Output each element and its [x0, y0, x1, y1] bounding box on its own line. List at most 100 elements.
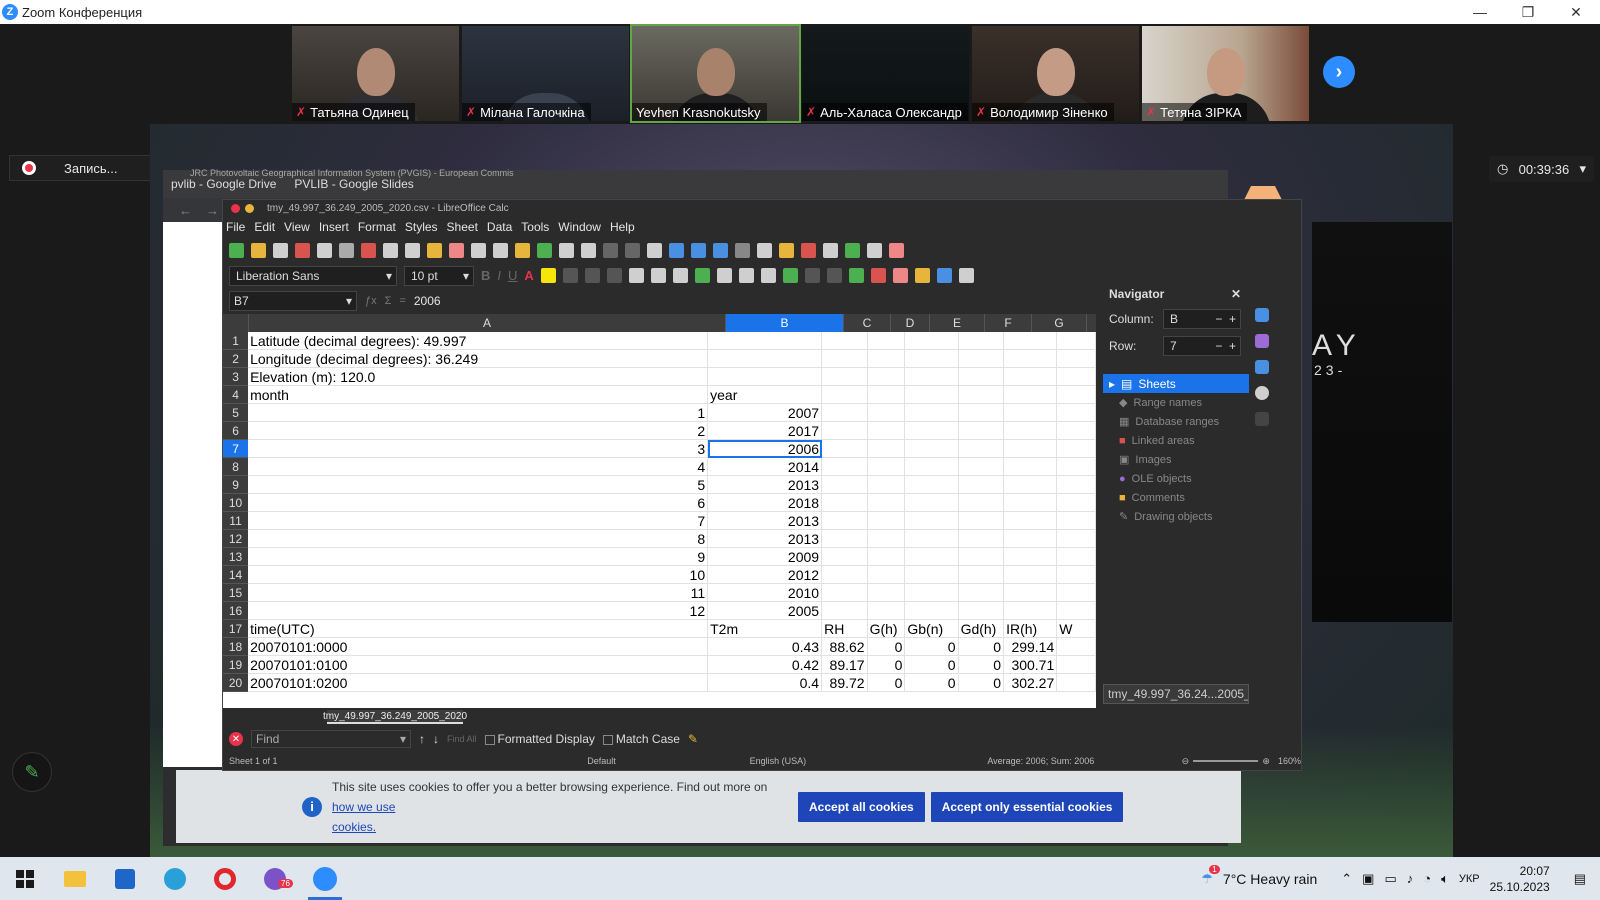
- cell-b[interactable]: [708, 332, 823, 350]
- cell-a[interactable]: 6: [248, 494, 709, 512]
- merge-cells-icon[interactable]: [650, 268, 666, 283]
- row-header[interactable]: 17: [223, 620, 249, 638]
- close-button[interactable]: ✕: [1552, 0, 1600, 24]
- cell-f[interactable]: [958, 494, 1005, 512]
- row-header[interactable]: 16: [223, 602, 249, 620]
- navigator-item-drawing-objects[interactable]: ✎ Drawing objects: [1103, 507, 1249, 526]
- row-header[interactable]: 4: [223, 386, 249, 404]
- save-icon[interactable]: [273, 243, 288, 258]
- font-size-box[interactable]: 10 pt ▾: [404, 265, 474, 286]
- wifi-icon[interactable]: ◔: [1423, 871, 1431, 886]
- close-navigator-icon[interactable]: ✕: [1231, 287, 1241, 301]
- pivot-table-icon[interactable]: [713, 243, 728, 258]
- cell-a[interactable]: 1: [248, 404, 709, 422]
- start-button[interactable]: [0, 857, 50, 900]
- zoom-level[interactable]: 160%: [1278, 756, 1301, 766]
- cut-icon[interactable]: [361, 243, 376, 258]
- align-left-icon[interactable]: [562, 268, 578, 283]
- row-header[interactable]: 20: [223, 674, 249, 692]
- add-decimal-icon[interactable]: [804, 268, 820, 283]
- hyperlink-icon[interactable]: [757, 243, 772, 258]
- insert-chart-icon[interactable]: [691, 243, 706, 258]
- participant-tile[interactable]: ✗ Аль-Халаса Олександр: [802, 26, 969, 121]
- cell-e[interactable]: Gb(n): [905, 620, 959, 638]
- cell-f[interactable]: [958, 530, 1005, 548]
- cell-c[interactable]: [822, 512, 868, 530]
- cell-f[interactable]: 0: [958, 638, 1005, 656]
- cell-h[interactable]: [1057, 512, 1096, 530]
- cell-h[interactable]: [1057, 674, 1096, 692]
- font-name-box[interactable]: Liberation Sans ▾: [229, 265, 397, 286]
- currency-format-icon[interactable]: [760, 268, 776, 283]
- cell-g[interactable]: [1004, 440, 1058, 458]
- cell-g[interactable]: 300.71: [1004, 656, 1058, 674]
- functions-icon[interactable]: [1255, 412, 1269, 426]
- edge-app[interactable]: [150, 857, 200, 900]
- cell-a[interactable]: 7: [248, 512, 709, 530]
- print-icon[interactable]: [317, 243, 332, 258]
- headers-footers-icon[interactable]: [801, 243, 816, 258]
- cell-g[interactable]: [1004, 332, 1058, 350]
- cell-d[interactable]: [867, 512, 906, 530]
- wrap-text-icon[interactable]: [628, 268, 644, 283]
- annotate-pencil-icon[interactable]: ✎: [12, 752, 52, 792]
- cell-b[interactable]: 0.42: [708, 656, 823, 674]
- cell-e[interactable]: [905, 548, 959, 566]
- cell-f[interactable]: [958, 548, 1005, 566]
- row-header[interactable]: 18: [223, 638, 249, 656]
- system-clock[interactable]: 20:07 25.10.2023: [1490, 863, 1550, 895]
- cell-g[interactable]: [1004, 512, 1058, 530]
- insert-image-icon[interactable]: [669, 243, 684, 258]
- undo-icon[interactable]: [471, 243, 486, 258]
- page-style[interactable]: Default: [587, 756, 717, 766]
- corner-select-all[interactable]: [223, 314, 249, 332]
- sheet-tab[interactable]: tmy_49.997_36.249_2005_2020: [323, 710, 467, 724]
- participant-tile[interactable]: ✗ Татьяна Одинец: [292, 26, 459, 121]
- cell-f[interactable]: [958, 584, 1005, 602]
- cell-h[interactable]: [1057, 638, 1096, 656]
- row-header[interactable]: 15: [223, 584, 249, 602]
- cell-c[interactable]: [822, 386, 868, 404]
- next-participants-button[interactable]: ›: [1323, 56, 1355, 88]
- cell-c[interactable]: [822, 566, 868, 584]
- participant-tile-active-speaker[interactable]: Yevhen Krasnokutsky: [630, 24, 801, 123]
- cell-e[interactable]: [905, 512, 959, 530]
- cell-d[interactable]: [867, 494, 906, 512]
- accept-essential-cookies-button[interactable]: Accept only essential cookies: [930, 791, 1124, 822]
- cell-g[interactable]: [1004, 386, 1058, 404]
- cell-g[interactable]: [1004, 530, 1058, 548]
- cell-g[interactable]: 299.14: [1004, 638, 1058, 656]
- cell-g[interactable]: [1004, 494, 1058, 512]
- cell-e[interactable]: [905, 332, 959, 350]
- cell-g[interactable]: [1004, 458, 1058, 476]
- cell-f[interactable]: [958, 332, 1005, 350]
- cell-c[interactable]: [822, 494, 868, 512]
- cell-f[interactable]: [958, 350, 1005, 368]
- cell-c[interactable]: [822, 476, 868, 494]
- cell-d[interactable]: [867, 530, 906, 548]
- cell-g[interactable]: 302.27: [1004, 674, 1058, 692]
- cell-h[interactable]: [1057, 530, 1096, 548]
- highlight-color-icon[interactable]: [540, 268, 556, 283]
- cell-a[interactable]: 12: [248, 602, 709, 620]
- column-header-g[interactable]: G: [1032, 314, 1087, 332]
- cell-b[interactable]: 2012: [708, 566, 823, 584]
- font-color-icon[interactable]: A: [524, 268, 533, 283]
- cell-c[interactable]: [822, 458, 868, 476]
- underline-icon[interactable]: U: [508, 268, 517, 283]
- battery-icon[interactable]: ▭: [1384, 871, 1396, 887]
- show-draw-functions-icon[interactable]: [889, 243, 904, 258]
- cell-c[interactable]: [822, 350, 868, 368]
- cell-h[interactable]: [1057, 656, 1096, 674]
- store-app[interactable]: [100, 857, 150, 900]
- cell-e[interactable]: [905, 530, 959, 548]
- clone-formatting-icon[interactable]: [427, 243, 442, 258]
- cell-h[interactable]: [1057, 584, 1096, 602]
- find-replace-icon[interactable]: ✎: [688, 732, 698, 746]
- navigator-item-images[interactable]: ▣ Images: [1103, 450, 1249, 469]
- match-case-checkbox[interactable]: Match Case: [602, 732, 680, 746]
- cell-g[interactable]: [1004, 350, 1058, 368]
- clear-formatting-icon[interactable]: [449, 243, 464, 258]
- cell-f[interactable]: [958, 512, 1005, 530]
- cell-b[interactable]: 2005: [708, 602, 823, 620]
